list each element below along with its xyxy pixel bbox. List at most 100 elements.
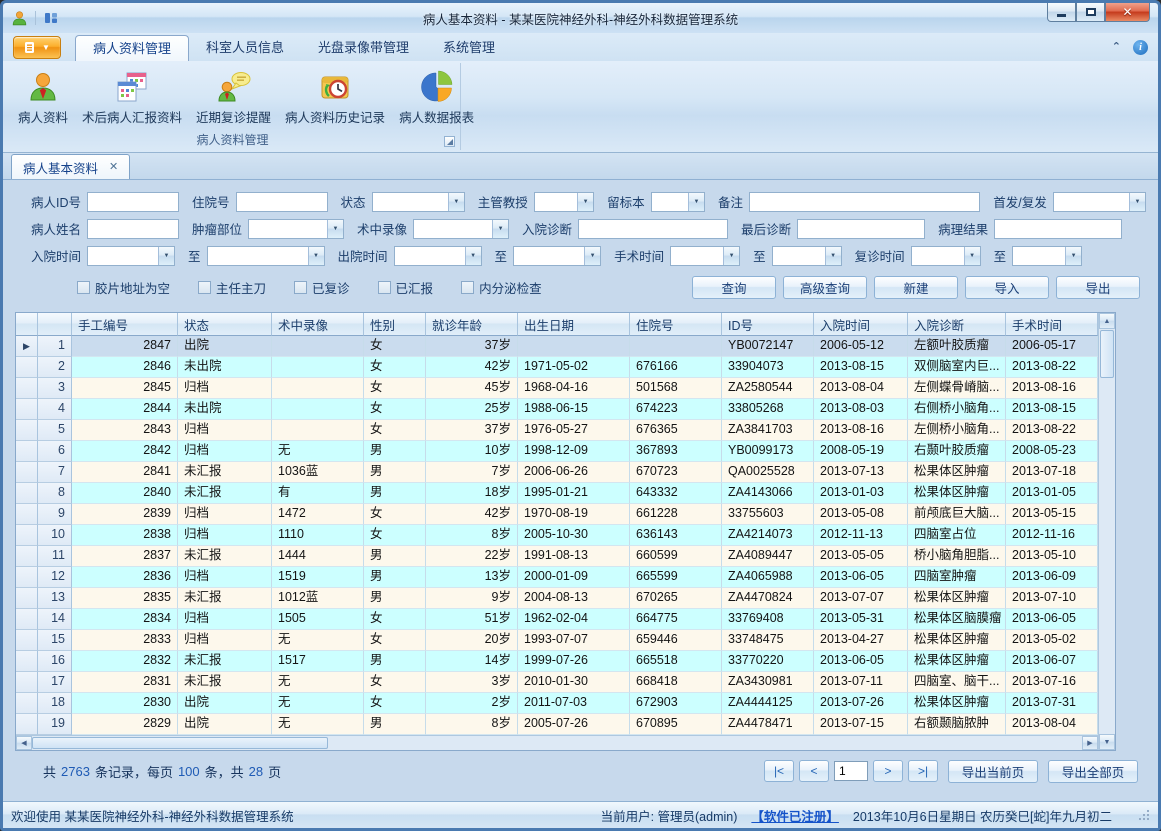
software-registered-link[interactable]: 【软件已注册】 — [751, 806, 839, 825]
table-cell[interactable]: 664775 — [630, 609, 722, 630]
chevron-down-icon[interactable]: ▼ — [492, 220, 508, 238]
table-cell[interactable]: 未汇报 — [178, 651, 272, 672]
table-row[interactable]: 52843归档女37岁1976-05-27676365ZA38417032013… — [16, 420, 1098, 441]
table-cell[interactable]: 2830 — [72, 693, 178, 714]
row-number[interactable]: 18 — [38, 693, 72, 714]
table-cell[interactable]: 676166 — [630, 357, 722, 378]
table-cell[interactable]: ZA3430981 — [722, 672, 814, 693]
prev-page-button[interactable]: < — [799, 760, 829, 782]
table-cell[interactable]: 672903 — [630, 693, 722, 714]
table-cell[interactable]: 松果体区肿瘤 — [908, 483, 1006, 504]
table-cell[interactable]: 2013-07-07 — [814, 588, 908, 609]
table-cell[interactable]: 2836 — [72, 567, 178, 588]
chevron-down-icon[interactable]: ▼ — [584, 247, 600, 265]
table-cell[interactable]: 2846 — [72, 357, 178, 378]
row-number[interactable]: 7 — [38, 462, 72, 483]
table-row[interactable]: 122836归档1519男13岁2000-01-09665599ZA406598… — [16, 567, 1098, 588]
table-cell[interactable] — [272, 420, 364, 441]
row-number[interactable]: 3 — [38, 378, 72, 399]
advanced-query-button[interactable]: 高级查询 — [783, 276, 867, 299]
table-cell[interactable]: 2837 — [72, 546, 178, 567]
chevron-down-icon[interactable]: ▼ — [1065, 247, 1081, 265]
table-cell[interactable]: 未出院 — [178, 399, 272, 420]
table-cell[interactable]: 男 — [364, 651, 426, 672]
table-cell[interactable]: 1995-01-21 — [518, 483, 630, 504]
table-cell[interactable]: 2833 — [72, 630, 178, 651]
table-cell[interactable]: QA0025528 — [722, 462, 814, 483]
table-cell[interactable]: 501568 — [630, 378, 722, 399]
table-cell[interactable]: 2012-11-16 — [1006, 525, 1098, 546]
page-number-input[interactable] — [834, 761, 868, 781]
quick-access-icon[interactable] — [43, 10, 59, 26]
followup-reminder-button[interactable]: 近期复诊提醒 — [189, 67, 278, 129]
table-cell[interactable]: 2841 — [72, 462, 178, 483]
column-header[interactable]: 状态 — [178, 313, 272, 336]
table-cell[interactable]: 2005-07-26 — [518, 714, 630, 735]
table-cell[interactable]: 松果体区脑膜瘤 — [908, 609, 1006, 630]
table-cell[interactable]: 2013-08-04 — [814, 378, 908, 399]
document-tab-patient-basic[interactable]: 病人基本资料 ✕ — [11, 154, 130, 179]
checkbox-reported[interactable]: 已汇报 — [378, 278, 434, 297]
table-cell[interactable]: 25岁 — [426, 399, 518, 420]
table-cell[interactable]: 676365 — [630, 420, 722, 441]
table-cell[interactable]: 2839 — [72, 504, 178, 525]
inpatient-no-input[interactable] — [236, 192, 328, 212]
table-cell[interactable]: 2844 — [72, 399, 178, 420]
table-cell[interactable]: 2岁 — [426, 693, 518, 714]
chevron-down-icon[interactable]: ▼ — [1129, 193, 1145, 211]
row-indicator[interactable] — [16, 714, 38, 735]
chevron-down-icon[interactable]: ▼ — [723, 247, 739, 265]
last-page-button[interactable]: >| — [908, 760, 938, 782]
specimen-combo[interactable]: ▼ — [651, 192, 705, 212]
chevron-down-icon[interactable]: ▼ — [825, 247, 841, 265]
table-cell[interactable]: 14岁 — [426, 651, 518, 672]
professor-combo[interactable]: ▼ — [534, 192, 594, 212]
table-cell[interactable]: 1968-04-16 — [518, 378, 630, 399]
row-indicator[interactable]: ▶ — [16, 336, 38, 357]
table-cell[interactable]: 男 — [364, 441, 426, 462]
discharge-time-from-combo[interactable]: ▼ — [394, 246, 482, 266]
app-logo-icon[interactable] — [11, 10, 28, 27]
table-cell[interactable]: 2005-10-30 — [518, 525, 630, 546]
table-cell[interactable]: 2013-07-18 — [1006, 462, 1098, 483]
table-cell[interactable]: 670895 — [630, 714, 722, 735]
table-cell[interactable]: 四脑室肿瘤 — [908, 567, 1006, 588]
export-all-pages-button[interactable]: 导出全部页 — [1048, 760, 1138, 783]
table-cell[interactable]: 2832 — [72, 651, 178, 672]
table-row[interactable]: 22846未出院女42岁1971-05-02676166339040732013… — [16, 357, 1098, 378]
table-cell[interactable]: 出院 — [178, 714, 272, 735]
chevron-down-icon[interactable]: ▼ — [327, 220, 343, 238]
table-cell[interactable]: 女 — [364, 399, 426, 420]
table-row[interactable]: 192829出院无男8岁2005-07-26670895ZA4478471201… — [16, 714, 1098, 735]
row-indicator[interactable] — [16, 441, 38, 462]
import-button[interactable]: 导入 — [965, 276, 1049, 299]
table-cell[interactable]: 2013-07-26 — [814, 693, 908, 714]
table-cell[interactable]: ZA4089447 — [722, 546, 814, 567]
table-cell[interactable]: 2845 — [72, 378, 178, 399]
row-number[interactable]: 16 — [38, 651, 72, 672]
table-row[interactable]: 62842归档无男10岁1998-12-09367893YB0099173200… — [16, 441, 1098, 462]
table-cell[interactable]: 女 — [364, 378, 426, 399]
table-cell[interactable]: 右侧桥小脑角... — [908, 399, 1006, 420]
chevron-down-icon[interactable]: ▼ — [158, 247, 174, 265]
table-cell[interactable]: 2011-07-03 — [518, 693, 630, 714]
table-cell[interactable]: 未汇报 — [178, 546, 272, 567]
table-cell[interactable]: 18岁 — [426, 483, 518, 504]
table-cell[interactable]: 8岁 — [426, 714, 518, 735]
table-cell[interactable]: 2013-05-31 — [814, 609, 908, 630]
table-cell[interactable]: 四脑室占位 — [908, 525, 1006, 546]
table-cell[interactable]: 1472 — [272, 504, 364, 525]
table-cell[interactable]: 男 — [364, 483, 426, 504]
table-cell[interactable] — [272, 336, 364, 357]
table-cell[interactable]: 2835 — [72, 588, 178, 609]
table-cell[interactable]: 未汇报 — [178, 588, 272, 609]
scroll-left-icon[interactable]: ◀ — [16, 736, 32, 750]
table-cell[interactable]: 2013-07-15 — [814, 714, 908, 735]
table-cell[interactable]: 2831 — [72, 672, 178, 693]
table-row[interactable]: 32845归档女45岁1968-04-16501568ZA25805442013… — [16, 378, 1098, 399]
checkbox-endocrine-exam[interactable]: 内分泌检查 — [461, 278, 542, 297]
row-indicator[interactable] — [16, 378, 38, 399]
ribbon-tab-staff-info[interactable]: 科室人员信息 — [189, 35, 301, 61]
admission-time-to-combo[interactable]: ▼ — [207, 246, 325, 266]
row-indicator[interactable] — [16, 525, 38, 546]
